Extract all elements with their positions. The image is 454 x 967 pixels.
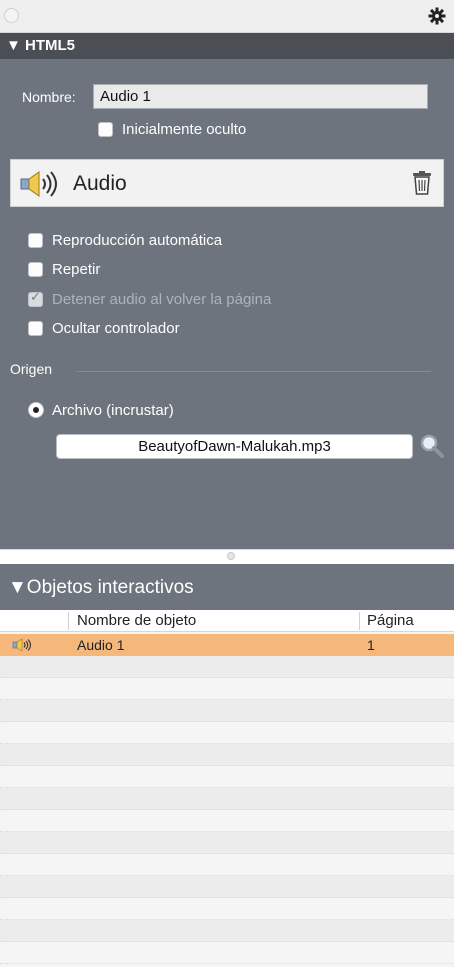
table-header: Nombre de objeto Página	[0, 610, 454, 632]
empty-row	[0, 788, 454, 810]
empty-row	[0, 876, 454, 898]
interactive-objects-table: Nombre de objeto Página Audio 1 1	[0, 610, 454, 967]
hide-controller-label: Ocultar controlador	[52, 320, 180, 337]
embed-file-radio[interactable]	[28, 402, 44, 418]
interactive-objects-header[interactable]: ▼Objetos interactivos	[0, 564, 454, 610]
page-cell: 1	[367, 637, 375, 653]
empty-row	[0, 920, 454, 942]
close-dot-icon[interactable]	[4, 8, 19, 23]
file-name-field[interactable]: BeautyofDawn-Malukah.mp3	[56, 434, 413, 459]
empty-row	[0, 942, 454, 964]
hide-controller-checkbox[interactable]	[28, 321, 43, 336]
html5-section-title: ▼ HTML5	[6, 37, 76, 54]
table-row[interactable]: Audio 1 1	[0, 634, 454, 656]
speaker-icon	[12, 638, 32, 652]
initially-hidden-checkbox[interactable]	[98, 122, 113, 137]
name-label: Nombre:	[22, 89, 76, 105]
stop-audio-label: Detener audio al volver la página	[52, 291, 272, 308]
repeat-checkbox[interactable]	[28, 262, 43, 277]
autoplay-checkbox[interactable]	[28, 233, 43, 248]
html5-panel: ▼ HTML5 Nombre: Audio 1 Inicialmente ocu…	[0, 33, 454, 549]
empty-row	[0, 744, 454, 766]
empty-row	[0, 656, 454, 678]
column-separator	[359, 612, 360, 630]
empty-row	[0, 810, 454, 832]
repeat-label: Repetir	[52, 261, 101, 278]
empty-row	[0, 678, 454, 700]
empty-row	[0, 766, 454, 788]
origin-divider	[76, 371, 431, 372]
empty-row	[0, 854, 454, 876]
panel-splitter[interactable]	[0, 549, 454, 564]
splitter-handle-icon[interactable]	[227, 552, 235, 560]
name-input[interactable]: Audio 1	[93, 84, 428, 109]
audio-object-bar: Audio	[10, 159, 444, 207]
embed-file-label: Archivo (incrustar)	[52, 402, 174, 419]
stop-audio-checkbox	[28, 290, 43, 307]
html5-section-header[interactable]: ▼ HTML5	[0, 33, 454, 59]
column-header-object-name[interactable]: Nombre de objeto	[77, 612, 196, 629]
origin-label: Origen	[10, 361, 53, 377]
empty-row	[0, 832, 454, 854]
trash-icon[interactable]	[412, 171, 432, 195]
empty-row	[0, 700, 454, 722]
column-header-page[interactable]: Página	[367, 612, 414, 629]
audio-title: Audio	[73, 172, 127, 195]
column-separator	[68, 612, 69, 630]
panel-toolbar	[0, 0, 454, 33]
empty-row	[0, 898, 454, 920]
gear-icon[interactable]	[427, 6, 447, 26]
speaker-icon	[20, 171, 57, 197]
initially-hidden-label: Inicialmente oculto	[122, 121, 247, 138]
empty-row	[0, 722, 454, 744]
object-name-cell: Audio 1	[77, 637, 125, 653]
search-icon[interactable]	[419, 433, 445, 459]
autoplay-label: Reproducción automática	[52, 232, 223, 249]
interactive-objects-title: ▼Objetos interactivos	[8, 577, 194, 598]
